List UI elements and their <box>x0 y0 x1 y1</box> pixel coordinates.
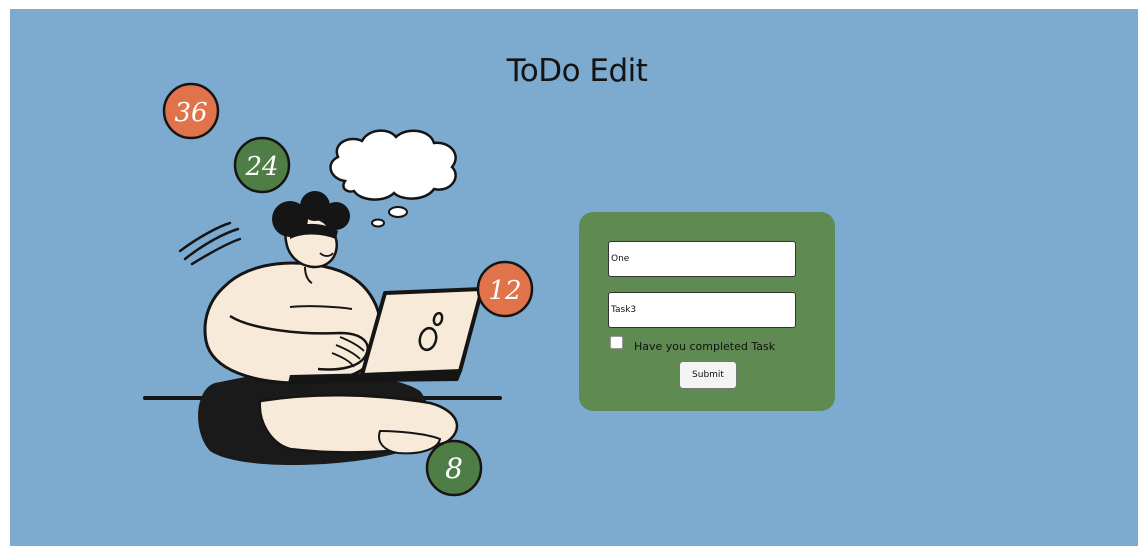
todo-name-input[interactable] <box>608 241 796 277</box>
page-background: ToDo Edit 36 24 12 8 One Task3 Have you … <box>10 9 1138 546</box>
svg-text:24: 24 <box>244 152 278 182</box>
submit-button[interactable]: Submit <box>679 361 737 389</box>
person-laptop-illustration: 36 24 12 8 <box>143 82 534 497</box>
svg-text:12: 12 <box>488 276 521 306</box>
completed-checkbox[interactable] <box>610 336 623 349</box>
svg-text:36: 36 <box>174 98 207 128</box>
todo-edit-form: Have you completed Task Submit <box>579 212 835 411</box>
badge-24: 24 <box>233 136 291 194</box>
completed-checkbox-label: Have you completed Task <box>634 340 776 353</box>
badge-12: 12 <box>476 260 534 318</box>
badge-36: 36 <box>162 82 220 140</box>
todo-task-input[interactable] <box>608 292 796 328</box>
badge-8: 8 <box>425 439 483 497</box>
svg-text:8: 8 <box>445 452 463 485</box>
